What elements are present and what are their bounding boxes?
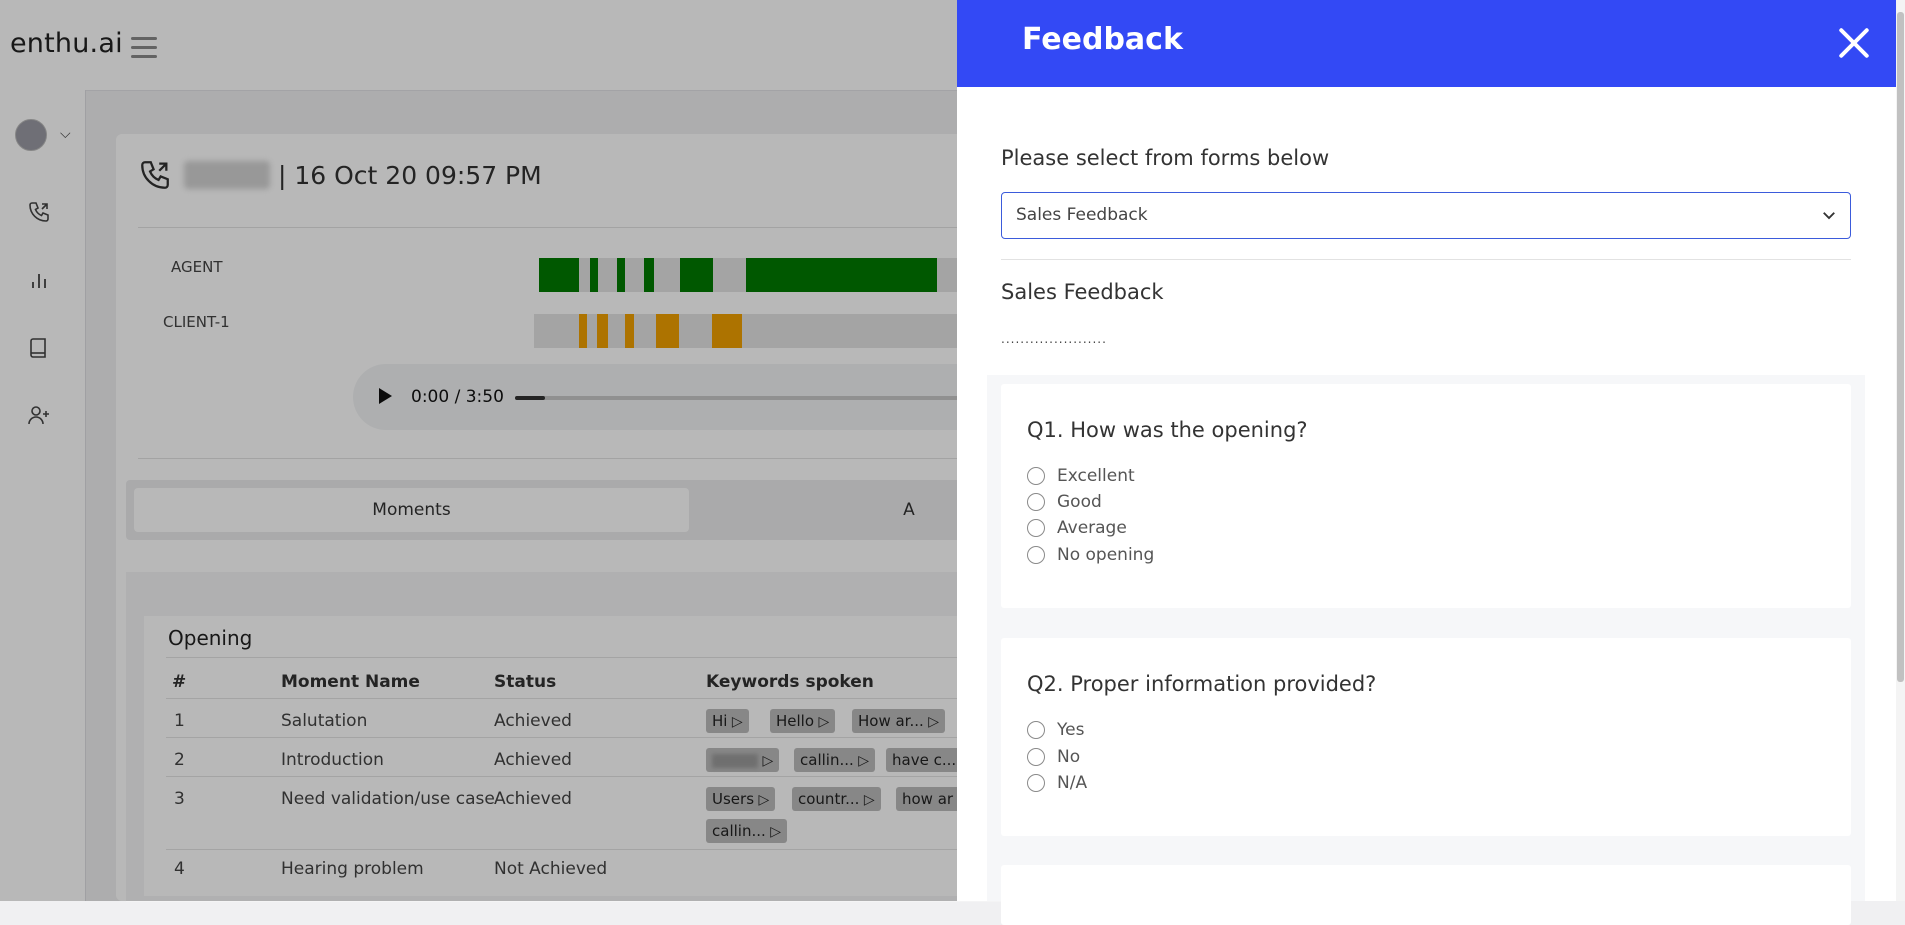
radio-option[interactable]: No opening bbox=[1027, 544, 1154, 566]
option-label: N/A bbox=[1057, 773, 1088, 793]
radio-option[interactable]: No bbox=[1027, 746, 1080, 768]
feedback-panel: Feedback Please select from forms below … bbox=[957, 0, 1896, 925]
radio-option[interactable]: Good bbox=[1027, 491, 1102, 513]
scrollbar[interactable] bbox=[1896, 0, 1905, 901]
option-label: Good bbox=[1057, 492, 1102, 512]
feedback-header: Feedback bbox=[957, 0, 1896, 87]
radio-button[interactable] bbox=[1027, 493, 1045, 511]
question-card: Q1. How was the opening? Excellent Good … bbox=[1001, 384, 1851, 608]
option-label: No opening bbox=[1057, 545, 1155, 565]
question-card: Q2. Proper information provided? Yes No … bbox=[1001, 638, 1851, 836]
radio-button[interactable] bbox=[1027, 519, 1045, 537]
divider bbox=[1001, 259, 1851, 260]
radio-button[interactable] bbox=[1027, 467, 1045, 485]
chevron-down-icon bbox=[1823, 212, 1835, 220]
close-icon[interactable] bbox=[1837, 26, 1871, 60]
radio-option[interactable]: Excellent bbox=[1027, 465, 1135, 487]
radio-option[interactable]: Average bbox=[1027, 517, 1127, 539]
radio-button[interactable] bbox=[1027, 774, 1045, 792]
feedback-title: Feedback bbox=[1022, 22, 1183, 57]
scrollbar-thumb[interactable] bbox=[1897, 12, 1904, 682]
option-label: Average bbox=[1057, 518, 1127, 538]
form-select-dropdown[interactable]: Sales Feedback bbox=[1001, 192, 1851, 239]
modal-backdrop[interactable] bbox=[0, 0, 957, 901]
form-description: ...................... bbox=[1001, 332, 1107, 346]
radio-button[interactable] bbox=[1027, 546, 1045, 564]
radio-button[interactable] bbox=[1027, 748, 1045, 766]
questions-container: Q1. How was the opening? Excellent Good … bbox=[987, 375, 1865, 925]
selected-form: Sales Feedback bbox=[1016, 205, 1148, 225]
form-select-label: Please select from forms below bbox=[1001, 146, 1330, 170]
option-label: No bbox=[1057, 747, 1081, 767]
option-label: Yes bbox=[1057, 720, 1085, 740]
form-title: Sales Feedback bbox=[1001, 280, 1164, 304]
option-label: Excellent bbox=[1057, 466, 1135, 486]
radio-option[interactable]: N/A bbox=[1027, 772, 1087, 794]
question-title: Q1. How was the opening? bbox=[1027, 418, 1308, 442]
radio-button[interactable] bbox=[1027, 721, 1045, 739]
question-title: Q2. Proper information provided? bbox=[1027, 672, 1377, 696]
radio-option[interactable]: Yes bbox=[1027, 719, 1084, 741]
question-card bbox=[1001, 865, 1851, 925]
